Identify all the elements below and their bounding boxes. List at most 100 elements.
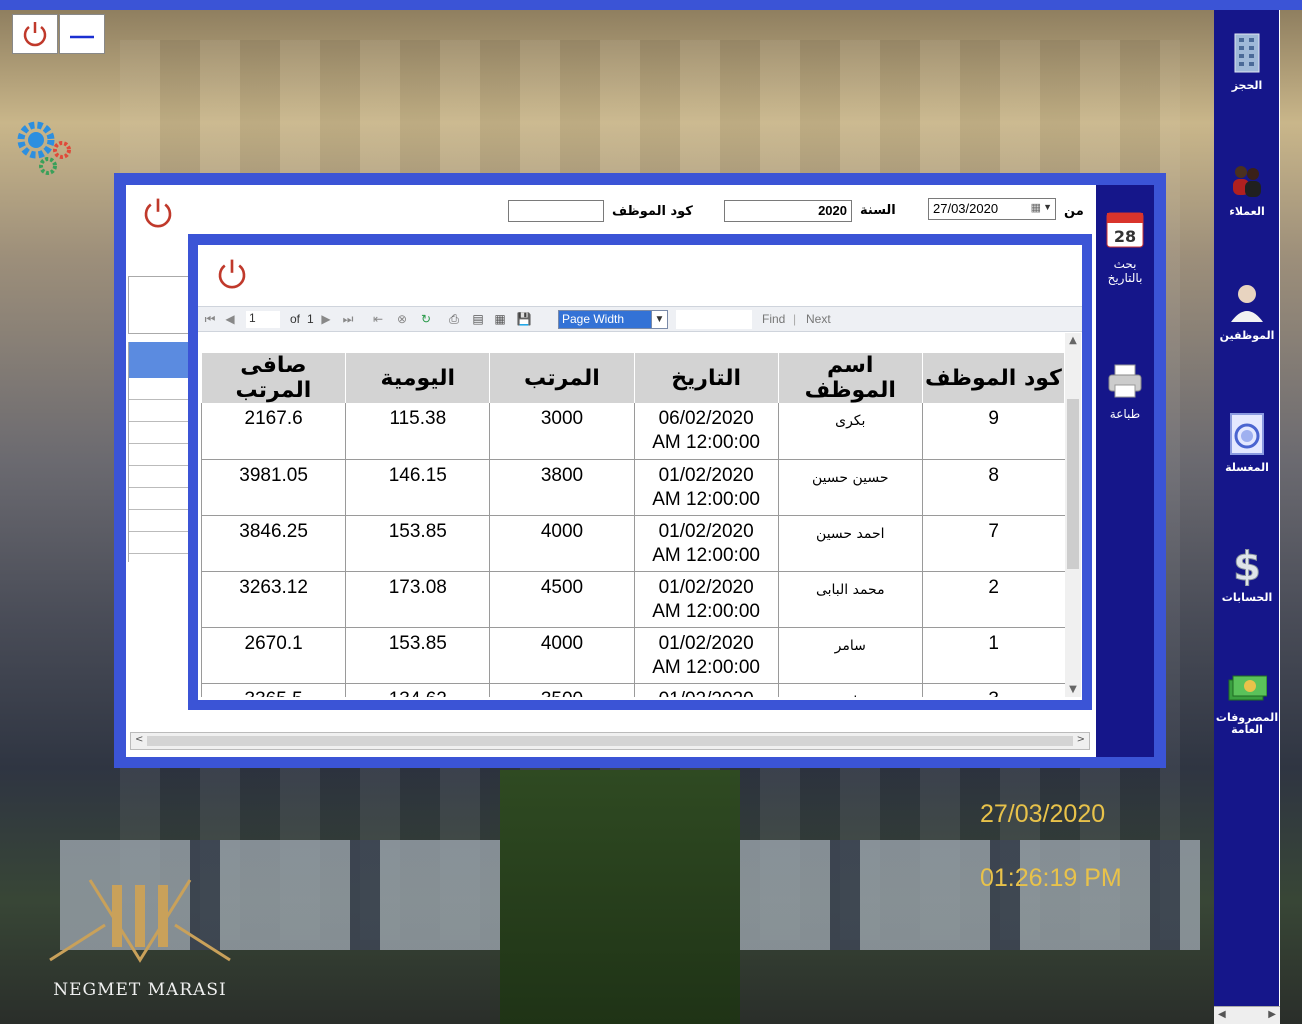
grid-row[interactable] <box>129 532 190 554</box>
refresh-icon[interactable]: ↻ <box>418 311 434 327</box>
previous-page-icon[interactable]: ◀ <box>222 311 238 327</box>
grid-row[interactable] <box>129 510 190 532</box>
col-net-salary: صافى المرتب <box>201 353 347 403</box>
cell-date: 06/02/2020 12:00:00 AM <box>633 403 779 460</box>
sidebar-item-expenses[interactable]: المصروفات العامة <box>1214 674 1280 736</box>
col-employee-name: اسم الموظف <box>778 353 923 403</box>
payroll-horizontal-scrollbar[interactable]: < > <box>130 732 1090 750</box>
find-next-button[interactable]: Next <box>806 312 831 326</box>
cell-date-time: 12:00:00 AM <box>652 600 760 622</box>
cell-code: 9 <box>921 403 1065 460</box>
sidebar-scrollbar[interactable]: ◀ ▶ <box>1214 1006 1280 1024</box>
power-icon <box>144 198 172 228</box>
zoom-select[interactable]: Page Width ▼ <box>558 310 668 329</box>
from-date-value: 27/03/2020 <box>933 201 999 216</box>
cell-date-time: 12:00:00 AM <box>652 656 760 678</box>
minimize-button[interactable] <box>59 14 105 54</box>
page-setup-icon[interactable]: ▦ <box>492 311 508 327</box>
employees-grid-background <box>128 342 190 562</box>
cell-name: سامر <box>777 627 923 684</box>
toolbar-separator: | <box>793 312 797 326</box>
search-by-date-button[interactable]: 28 بحث بالتاريخ <box>1096 207 1154 285</box>
sidebar-item-employees[interactable]: الموظفين <box>1214 280 1280 342</box>
grid-row[interactable] <box>129 488 190 510</box>
back-icon[interactable]: ⇤ <box>370 311 386 327</box>
cell-net: 3263.12 <box>200 571 346 628</box>
left-side-panel <box>128 276 190 334</box>
table-row: 2 محمد البابى 01/02/2020 12:00:00 AM 4500… <box>200 571 1065 628</box>
scroll-right-icon[interactable]: ▶ <box>1268 1009 1276 1020</box>
cell-name: محمد البابى <box>777 571 923 628</box>
dollar-icon: $ <box>1233 544 1262 587</box>
grid-row[interactable] <box>129 466 190 488</box>
close-app-button[interactable] <box>12 14 58 54</box>
clock-time: 01:26:19 PM <box>980 864 1122 892</box>
cell-date: 01/02/2020 12:00:00 AM <box>633 571 779 628</box>
print-icon[interactable]: ⎙ <box>446 311 462 327</box>
close-report-button[interactable] <box>212 254 252 294</box>
money-icon <box>1228 675 1267 701</box>
cell-date: 01/02/2020 12:00:00 AM <box>633 515 779 572</box>
employee-code-input[interactable] <box>508 200 604 222</box>
grid-row[interactable] <box>129 444 190 466</box>
from-date-picker[interactable]: 27/03/2020 ▦ ▼ <box>928 198 1056 220</box>
report-vertical-scrollbar[interactable]: ▲ ▼ <box>1065 333 1081 697</box>
sidebar-item-laundry[interactable]: المغسلة <box>1214 412 1280 474</box>
cell-net: 2167.6 <box>200 403 346 460</box>
report-header-row: كود الموظف اسم الموظف التاريخ المرتب الي… <box>201 353 1065 403</box>
stop-icon[interactable]: ⊗ <box>394 311 410 327</box>
grid-row[interactable] <box>129 422 190 444</box>
employee-code-label: كود الموظف <box>612 204 693 219</box>
table-row: 7 احمد حسين 01/02/2020 12:00:00 AM 4000 1… <box>200 515 1065 572</box>
sidebar-item-accounts[interactable]: $ الحسابات <box>1214 540 1280 604</box>
cell-net: 2670.1 <box>200 627 346 684</box>
cell-date-time: 12:00:00 AM <box>652 488 760 510</box>
background-road <box>500 770 740 1024</box>
scroll-up-icon[interactable]: ▲ <box>1065 335 1081 346</box>
printer-icon <box>1108 364 1142 398</box>
cell-daily: 115.38 <box>345 403 490 460</box>
grid-row[interactable] <box>129 400 190 422</box>
scroll-left-icon[interactable]: ◀ <box>1218 1009 1226 1020</box>
search-by-date-label: بحث بالتاريخ <box>1107 257 1143 285</box>
scroll-down-icon[interactable]: ▼ <box>1065 684 1081 695</box>
settings-gear-icon[interactable] <box>14 118 74 182</box>
grid-header <box>129 342 190 378</box>
scrollbar-thumb[interactable] <box>1067 399 1079 569</box>
col-date: التاريخ <box>634 353 779 403</box>
svg-text:28: 28 <box>1114 227 1136 246</box>
find-input[interactable] <box>676 310 752 329</box>
close-payroll-button[interactable] <box>138 194 178 232</box>
scroll-left-icon[interactable]: < <box>135 734 143 745</box>
power-icon <box>23 22 47 47</box>
minimize-icon <box>70 35 94 39</box>
cell-date-time: 12:00:00 AM <box>652 432 760 453</box>
cell-salary: 3000 <box>489 403 635 460</box>
total-pages: 1 <box>307 312 314 326</box>
print-button[interactable]: طباعة <box>1096 361 1154 421</box>
cell-daily: 146.15 <box>345 459 490 516</box>
sidebar-label-employees: الموظفين <box>1219 329 1275 342</box>
last-page-icon[interactable]: ⏭ <box>340 311 356 327</box>
cell-net: 3846.25 <box>200 515 346 572</box>
export-icon[interactable]: 💾 <box>516 311 532 327</box>
sidebar-item-customers[interactable]: العملاء <box>1214 160 1280 218</box>
cell-date: 01/02/2020 <box>633 683 779 697</box>
next-page-icon[interactable]: ▶ <box>318 311 334 327</box>
print-layout-icon[interactable]: ▤ <box>470 311 486 327</box>
page-number-input[interactable]: 1 <box>246 311 280 328</box>
year-input[interactable]: 2020 <box>724 200 852 222</box>
grid-row[interactable] <box>129 378 190 400</box>
cell-date-day: 01/02/2020 <box>658 520 754 542</box>
scrollbar-thumb[interactable] <box>147 736 1073 746</box>
payroll-report-table: كود الموظف اسم الموظف التاريخ المرتب الي… <box>200 353 1065 697</box>
first-page-icon[interactable]: ⏮ <box>202 311 218 327</box>
cell-code: 2 <box>921 571 1065 628</box>
sidebar-label-expenses: المصروفات العامة <box>1215 711 1279 736</box>
page-of-label: of <box>290 312 301 326</box>
scroll-right-icon[interactable]: > <box>1077 734 1085 745</box>
main-sidebar: الحجز العملاء الموظفين المغسلة $ الحسابا… <box>1214 10 1280 1008</box>
cell-salary: 4500 <box>489 571 635 628</box>
sidebar-item-booking[interactable]: الحجز <box>1214 28 1280 92</box>
find-button[interactable]: Find <box>762 312 785 326</box>
